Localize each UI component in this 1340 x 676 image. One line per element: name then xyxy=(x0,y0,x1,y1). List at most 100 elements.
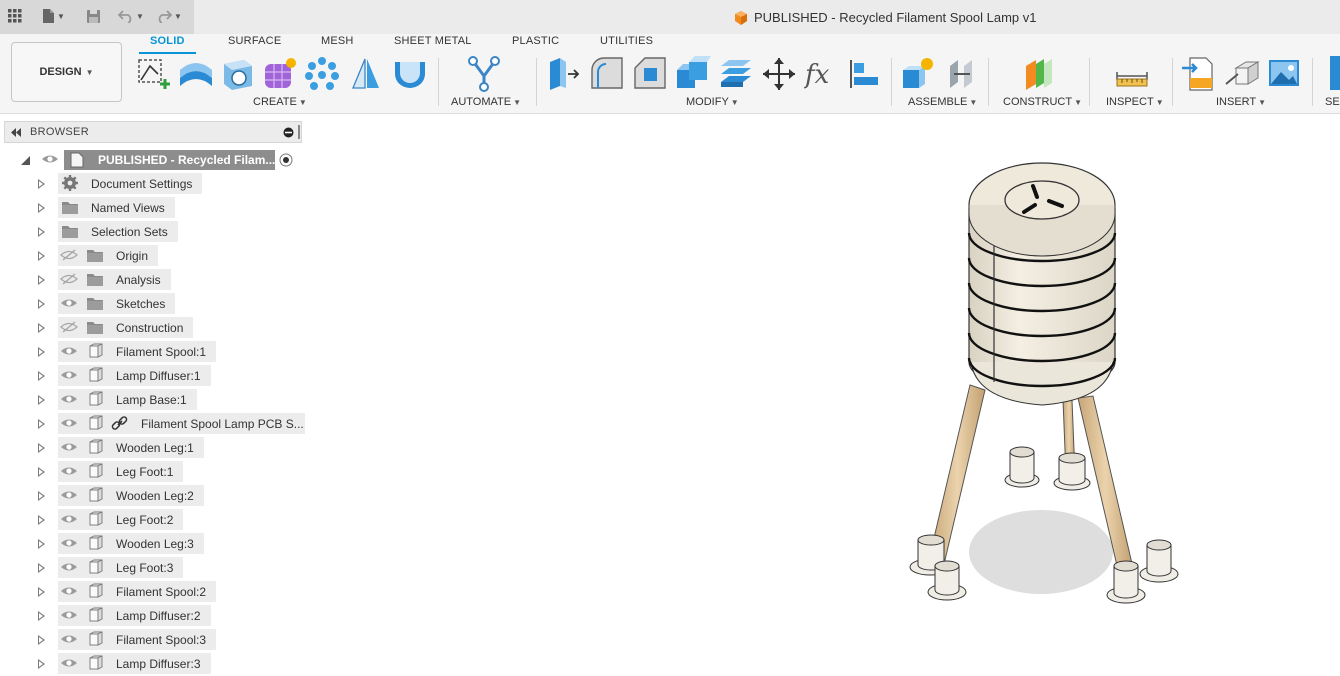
browser-item-filament-spool-lamp-pcb-s[interactable]: Filament Spool Lamp PCB S... xyxy=(0,412,314,436)
expand-triangle-icon[interactable] xyxy=(38,395,45,405)
inspect-menu[interactable]: INSPECT ▼ xyxy=(1106,96,1164,108)
create-sketch-icon[interactable] xyxy=(136,56,172,92)
expand-triangle-icon[interactable] xyxy=(38,491,45,501)
insert-mesh-icon[interactable] xyxy=(1224,56,1260,92)
select-tool-icon[interactable] xyxy=(1330,56,1340,90)
expand-triangle-icon[interactable] xyxy=(38,635,45,645)
hidden-eye-icon[interactable] xyxy=(60,273,78,285)
visibility-eye-icon[interactable] xyxy=(60,465,78,477)
browser-item-lamp-diffuser-3[interactable]: Lamp Diffuser:3 xyxy=(0,652,305,676)
construct-menu[interactable]: CONSTRUCT ▼ xyxy=(1003,96,1082,108)
browser-root-row[interactable]: PUBLISHED - Recycled Filam... xyxy=(0,148,305,172)
visibility-eye-icon[interactable] xyxy=(60,537,78,549)
activate-radio-icon[interactable] xyxy=(279,153,293,167)
visibility-eye-icon[interactable] xyxy=(41,153,59,165)
visibility-eye-icon[interactable] xyxy=(60,489,78,501)
spool-lamp-model[interactable] xyxy=(305,115,1340,664)
expand-triangle-icon[interactable] xyxy=(38,611,45,621)
visibility-eye-icon[interactable] xyxy=(60,657,78,669)
browser-item-filament-spool-3[interactable]: Filament Spool:3 xyxy=(0,628,305,652)
hole-icon[interactable] xyxy=(220,56,256,92)
expand-triangle-icon[interactable] xyxy=(38,227,45,237)
parameters-fx-icon[interactable]: fx xyxy=(804,56,840,92)
automate-menu[interactable]: AUTOMATE ▼ xyxy=(451,96,521,108)
browser-item-sketches[interactable]: Sketches xyxy=(0,292,305,316)
expand-triangle-icon[interactable] xyxy=(38,515,45,525)
browser-item-leg-foot-3[interactable]: Leg Foot:3 xyxy=(0,556,305,580)
browser-item-named-views[interactable]: Named Views xyxy=(0,196,305,220)
joint-icon[interactable] xyxy=(944,56,980,92)
chamfer-icon[interactable] xyxy=(632,56,668,92)
save-button[interactable] xyxy=(86,5,101,27)
assemble-menu[interactable]: ASSEMBLE ▼ xyxy=(908,96,977,108)
align-icon[interactable] xyxy=(847,56,883,92)
expand-triangle-icon[interactable] xyxy=(38,443,45,453)
tab-utilities[interactable]: UTILITIES xyxy=(600,35,653,47)
insert-menu[interactable]: INSERT ▼ xyxy=(1216,96,1266,108)
browser-item-construction[interactable]: Construction xyxy=(0,316,305,340)
expand-triangle-icon[interactable] xyxy=(38,275,45,285)
visibility-eye-icon[interactable] xyxy=(60,561,78,573)
combine-icon[interactable] xyxy=(675,56,711,92)
tab-solid[interactable]: SOLID xyxy=(150,35,185,47)
browser-item-filament-spool-2[interactable]: Filament Spool:2 xyxy=(0,580,305,604)
expand-triangle-icon[interactable] xyxy=(38,203,45,213)
hidden-eye-icon[interactable] xyxy=(60,249,78,261)
tab-plastic[interactable]: PLASTIC xyxy=(512,35,559,47)
expand-triangle-icon[interactable] xyxy=(38,659,45,669)
visibility-eye-icon[interactable] xyxy=(60,585,78,597)
browser-item-lamp-diffuser-1[interactable]: Lamp Diffuser:1 xyxy=(0,364,305,388)
workspace-switcher-button[interactable]: DESIGN ▼ xyxy=(11,42,122,102)
move-icon[interactable] xyxy=(761,56,797,92)
visibility-eye-icon[interactable] xyxy=(60,297,78,309)
visibility-eye-icon[interactable] xyxy=(60,369,78,381)
expanded-triangle-icon[interactable] xyxy=(21,156,30,165)
collapse-panel-icon[interactable] xyxy=(10,128,22,137)
expand-triangle-icon[interactable] xyxy=(38,323,45,333)
offset-face-icon[interactable] xyxy=(718,56,754,92)
browser-item-analysis[interactable]: Analysis xyxy=(0,268,305,292)
press-pull-icon[interactable] xyxy=(546,56,582,92)
apps-grid-button[interactable] xyxy=(8,5,22,27)
visibility-eye-icon[interactable] xyxy=(60,345,78,357)
select-menu[interactable]: SEL xyxy=(1325,96,1340,108)
canvas-image-icon[interactable] xyxy=(1267,56,1303,92)
canvas-viewport[interactable] xyxy=(305,115,1340,664)
shell-icon[interactable] xyxy=(392,56,428,92)
browser-item-document-settings[interactable]: Document Settings xyxy=(0,172,305,196)
browser-item-wooden-leg-3[interactable]: Wooden Leg:3 xyxy=(0,532,305,556)
visibility-eye-icon[interactable] xyxy=(60,441,78,453)
create-menu[interactable]: CREATE ▼ xyxy=(253,96,307,108)
insert-svg-icon[interactable] xyxy=(1180,56,1216,92)
expand-triangle-icon[interactable] xyxy=(38,179,45,189)
expand-triangle-icon[interactable] xyxy=(38,539,45,549)
expand-triangle-icon[interactable] xyxy=(38,563,45,573)
browser-item-leg-foot-2[interactable]: Leg Foot:2 xyxy=(0,508,305,532)
visibility-eye-icon[interactable] xyxy=(60,417,78,429)
browser-item-leg-foot-1[interactable]: Leg Foot:1 xyxy=(0,460,305,484)
tab-surface[interactable]: SURFACE xyxy=(228,35,281,47)
pattern-icon[interactable] xyxy=(304,56,340,92)
visibility-eye-icon[interactable] xyxy=(60,609,78,621)
panel-resize-handle[interactable] xyxy=(298,125,300,139)
extrude-icon[interactable] xyxy=(178,56,214,92)
new-component-icon[interactable] xyxy=(900,56,936,92)
tab-sheet-metal[interactable]: SHEET METAL xyxy=(394,35,472,47)
browser-item-wooden-leg-2[interactable]: Wooden Leg:2 xyxy=(0,484,305,508)
file-menu-button[interactable]: ▼ xyxy=(42,5,65,27)
browser-item-origin[interactable]: Origin xyxy=(0,244,305,268)
fillet-icon[interactable] xyxy=(589,56,625,92)
browser-item-lamp-base-1[interactable]: Lamp Base:1 xyxy=(0,388,305,412)
expand-triangle-icon[interactable] xyxy=(38,587,45,597)
expand-triangle-icon[interactable] xyxy=(38,371,45,381)
visibility-eye-icon[interactable] xyxy=(60,393,78,405)
offset-plane-icon[interactable] xyxy=(1022,56,1058,92)
form-icon[interactable] xyxy=(262,56,298,92)
visibility-eye-icon[interactable] xyxy=(60,633,78,645)
modify-menu[interactable]: MODIFY ▼ xyxy=(686,96,739,108)
tab-mesh[interactable]: MESH xyxy=(321,35,354,47)
browser-options-icon[interactable] xyxy=(283,127,294,138)
expand-triangle-icon[interactable] xyxy=(38,347,45,357)
browser-item-lamp-diffuser-2[interactable]: Lamp Diffuser:2 xyxy=(0,604,305,628)
browser-item-wooden-leg-1[interactable]: Wooden Leg:1 xyxy=(0,436,305,460)
